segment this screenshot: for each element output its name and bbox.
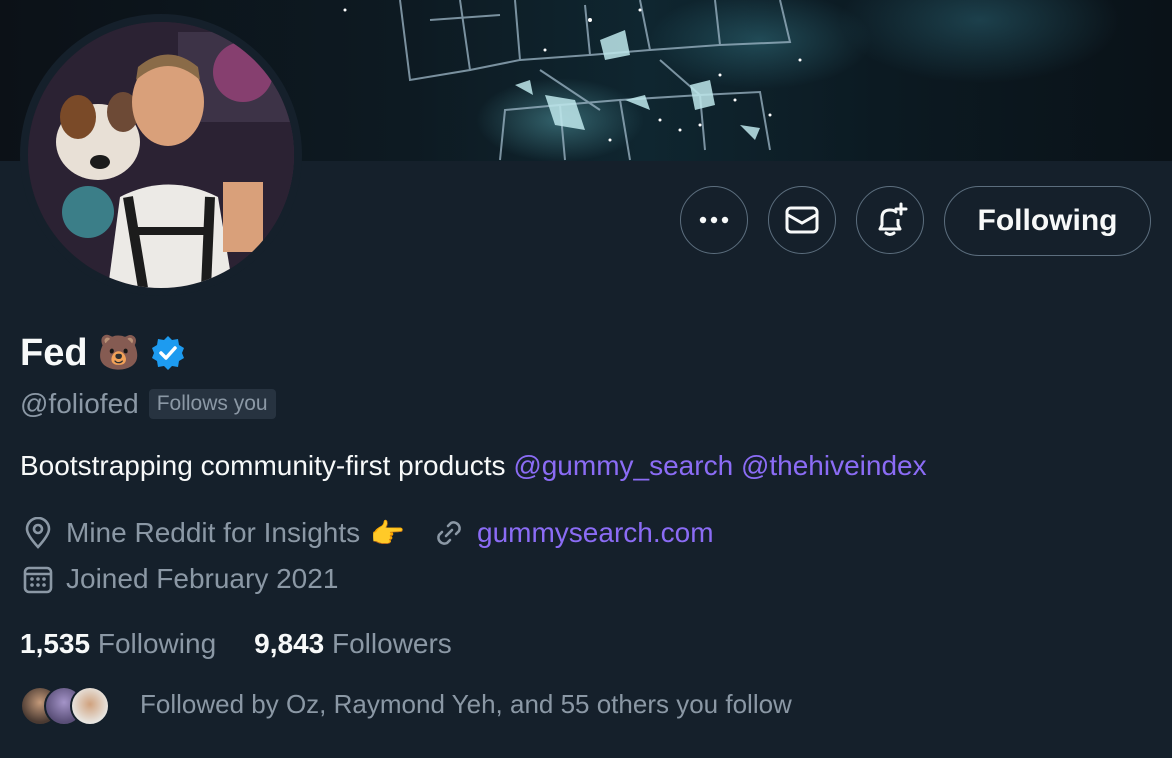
- following-button[interactable]: Following: [944, 186, 1151, 256]
- display-name-row: Fed 🐻: [20, 330, 186, 376]
- follows-you-badge: Follows you: [148, 389, 276, 419]
- followers-label: Followers: [332, 628, 452, 659]
- profile-bio: Bootstrapping community-first products @…: [20, 450, 927, 482]
- followed-by-text: Followed by Oz, Raymond Yeh, and 55 othe…: [140, 689, 792, 719]
- avatar-photo: [28, 22, 294, 288]
- link-icon: [431, 515, 467, 551]
- followers-count: 9,843: [254, 628, 325, 659]
- bio-text: Bootstrapping community-first products: [20, 450, 514, 481]
- profile-meta-row: Mine Reddit for Insights 👉 gummysearch.c…: [20, 515, 714, 551]
- message-button[interactable]: [768, 186, 836, 254]
- location-text: Mine Reddit for Insights: [66, 517, 361, 548]
- following-stat-link[interactable]: 1,535 Following: [20, 628, 216, 660]
- following-label: Following: [97, 628, 217, 659]
- followers-stat-link[interactable]: 9,843 Followers: [254, 628, 452, 660]
- notifications-button[interactable]: [856, 186, 924, 254]
- followed-by-row[interactable]: Followed by Oz, Raymond Yeh, and 55 othe…: [20, 686, 820, 726]
- envelope-icon: [785, 206, 819, 234]
- website-link[interactable]: gummysearch.com: [477, 517, 714, 549]
- more-icon: [699, 216, 729, 224]
- joined-text: Joined February 2021: [66, 563, 339, 594]
- profile-avatar[interactable]: [20, 14, 302, 296]
- following-count: 1,535: [20, 628, 91, 659]
- pointing-emoji: 👉: [370, 517, 406, 549]
- bio-mention-link[interactable]: @thehiveindex: [741, 450, 927, 481]
- bear-emoji: 🐻: [97, 334, 140, 372]
- calendar-icon: [20, 561, 56, 597]
- verified-badge-icon[interactable]: [150, 335, 186, 371]
- display-name: Fed: [20, 331, 88, 374]
- mutual-avatar: [70, 686, 110, 726]
- more-options-button[interactable]: [680, 186, 748, 254]
- follow-stats: 1,535 Following 9,843 Followers: [20, 628, 452, 660]
- bio-mention-link[interactable]: @gummy_search: [513, 450, 733, 481]
- handle-row: @foliofed Follows you: [20, 387, 276, 421]
- user-handle: @foliofed: [20, 388, 139, 419]
- location-pin-icon: [20, 515, 56, 551]
- joined-row: Joined February 2021: [20, 561, 338, 597]
- bell-plus-icon: [878, 202, 908, 236]
